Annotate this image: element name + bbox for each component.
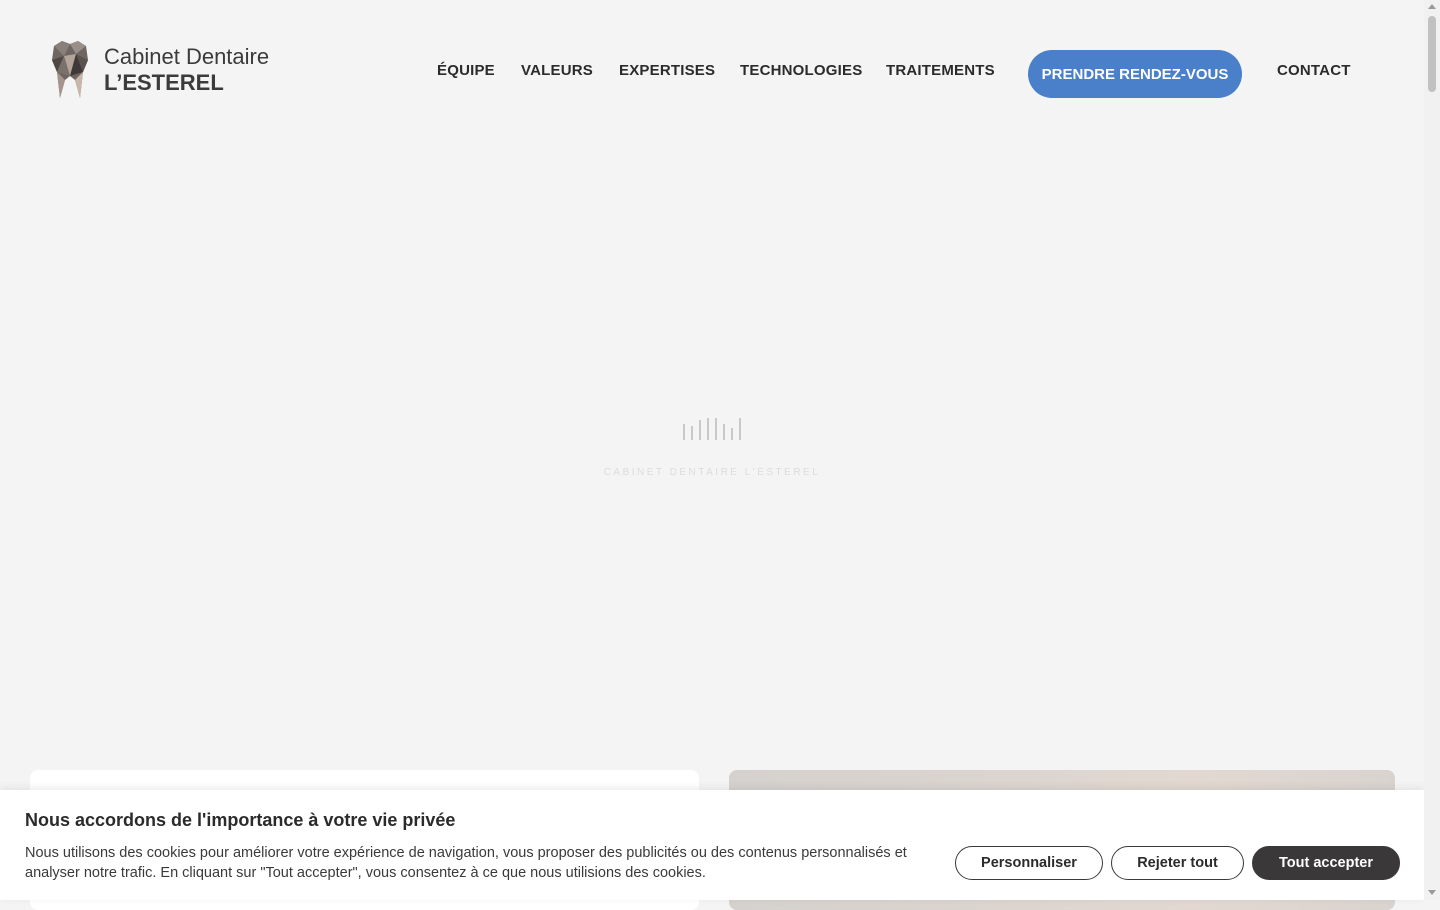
logo-subtitle: L’ESTEREL	[104, 70, 224, 95]
logo-title: Cabinet Dentaire	[104, 44, 270, 70]
tooth-icon	[52, 41, 88, 98]
nav-item-technologies[interactable]: TECHNOLOGIES	[740, 62, 862, 79]
cookie-title: Nous accordons de l'importance à votre v…	[25, 810, 456, 830]
nav-item-valeurs[interactable]: VALEURS	[521, 62, 593, 79]
customize-cookies-button[interactable]: Personnaliser	[955, 846, 1103, 880]
scroll-up-arrow-icon[interactable]	[1428, 4, 1436, 9]
nav-item-expertises[interactable]: EXPERTISES	[619, 62, 715, 79]
page-scrollbar[interactable]	[1424, 0, 1440, 900]
nav-item-traitements[interactable]: TRAITEMENTS	[886, 62, 995, 79]
accept-all-button[interactable]: Tout accepter	[1252, 846, 1400, 880]
book-appointment-button[interactable]: PRENDRE RENDEZ-VOUS	[1028, 50, 1242, 98]
logo[interactable]: Cabinet Dentaire L’ESTEREL	[50, 40, 269, 100]
loader-bars	[683, 418, 741, 440]
page-loader: CABINET DENTAIRE L'ESTEREL	[0, 418, 1424, 478]
loader-label: CABINET DENTAIRE L'ESTEREL	[603, 467, 821, 478]
scrollbar-thumb[interactable]	[1428, 16, 1436, 92]
cookie-description: Nous utilisons des cookies pour améliore…	[25, 845, 907, 881]
cookie-banner: Nous accordons de l'importance à votre v…	[0, 790, 1424, 900]
reject-all-button[interactable]: Rejeter tout	[1111, 846, 1244, 880]
nav-item-equipe[interactable]: ÉQUIPE	[437, 62, 495, 79]
nav-item-contact[interactable]: CONTACT	[1277, 62, 1351, 79]
scroll-down-arrow-icon[interactable]	[1428, 890, 1436, 895]
